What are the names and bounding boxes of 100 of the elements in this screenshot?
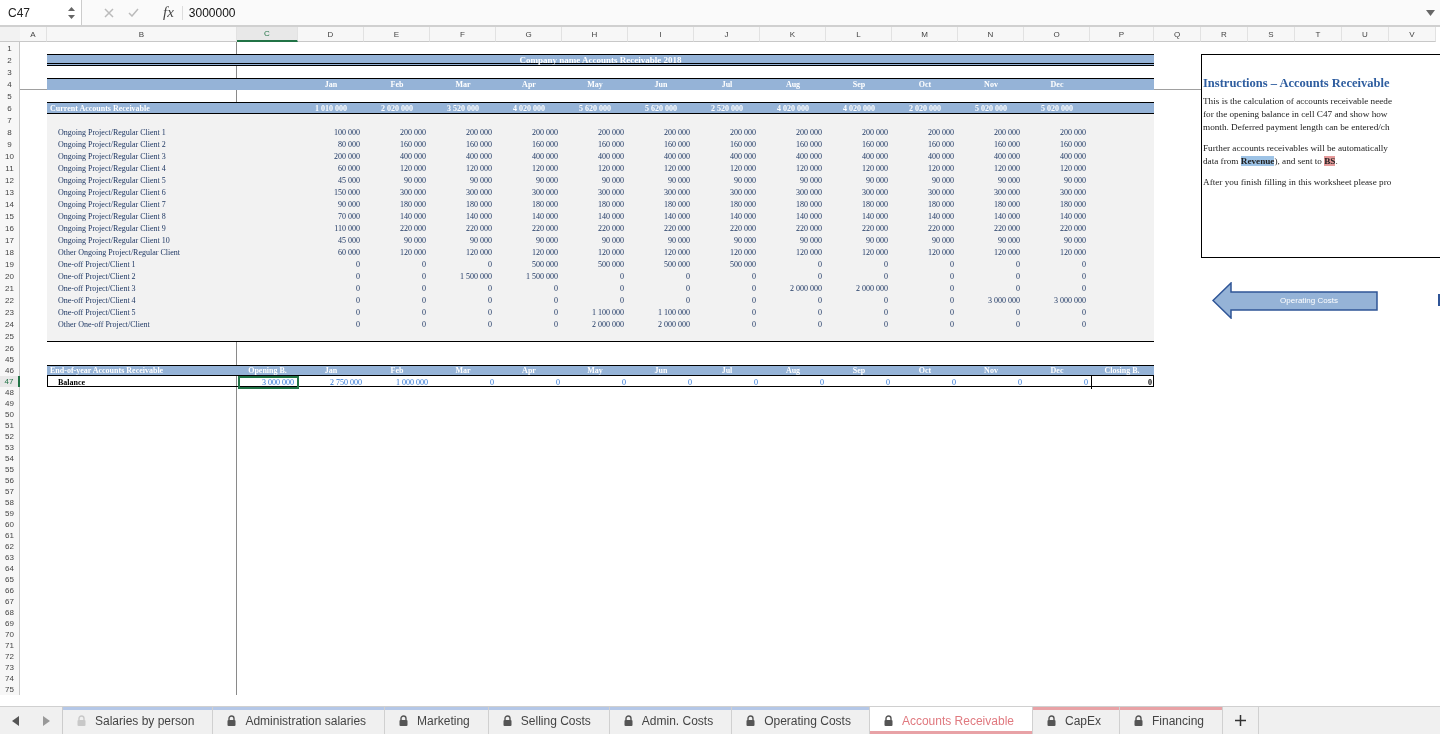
row-number[interactable]: 6 — [0, 102, 20, 114]
sheet-tab[interactable]: Admin. Costs — [609, 707, 733, 734]
row-number[interactable]: 56 — [0, 475, 20, 486]
column-header[interactable]: B — [47, 27, 237, 42]
row-number[interactable]: 58 — [0, 497, 20, 508]
row-number[interactable]: 61 — [0, 530, 20, 541]
column-header[interactable]: L — [826, 27, 892, 42]
row-number[interactable]: 53 — [0, 442, 20, 453]
row-number[interactable]: 18 — [0, 246, 20, 258]
column-header[interactable]: A — [20, 27, 47, 42]
row-number[interactable]: 22 — [0, 294, 20, 306]
table-cell[interactable]: 2 750 000 — [299, 376, 365, 389]
row-number[interactable]: 26 — [0, 342, 20, 354]
column-header[interactable]: D — [298, 27, 364, 42]
row-number[interactable]: 66 — [0, 585, 20, 596]
row-number[interactable]: 7 — [0, 114, 20, 126]
row-number[interactable]: 46 — [0, 365, 20, 376]
row-number[interactable]: 2 — [0, 54, 20, 66]
sheet-tab[interactable]: Administration salaries — [213, 707, 386, 734]
table-cell[interactable]: 0 — [893, 376, 959, 389]
row-number[interactable]: 20 — [0, 270, 20, 282]
row-number[interactable]: 49 — [0, 398, 20, 409]
left-arrow-icon[interactable] — [12, 715, 19, 726]
row-number[interactable]: 25 — [0, 330, 20, 342]
row-number[interactable]: 14 — [0, 198, 20, 210]
select-all-corner[interactable] — [0, 27, 20, 42]
column-header[interactable]: M — [892, 27, 958, 42]
row-number[interactable]: 5 — [0, 90, 20, 102]
row-number[interactable]: 16 — [0, 222, 20, 234]
sheet-tab[interactable]: Financing — [1120, 707, 1224, 734]
table-cell[interactable]: 0 — [1025, 376, 1091, 389]
row-number[interactable]: 68 — [0, 607, 20, 618]
sheet-tab[interactable]: Marketing — [385, 707, 489, 734]
table-cell[interactable]: 0 — [497, 376, 563, 389]
row-number[interactable]: 72 — [0, 651, 20, 662]
row-number[interactable]: 52 — [0, 431, 20, 442]
row-number[interactable]: 74 — [0, 673, 20, 684]
sheet-tab[interactable]: CapEx — [1032, 707, 1120, 734]
stepper-icon[interactable] — [68, 5, 75, 20]
row-number[interactable]: 13 — [0, 186, 20, 198]
row-number[interactable]: 64 — [0, 563, 20, 574]
column-header[interactable]: O — [1024, 27, 1090, 42]
row-number[interactable]: 54 — [0, 453, 20, 464]
row-number[interactable]: 51 — [0, 420, 20, 431]
row-number[interactable]: 21 — [0, 282, 20, 294]
row-number[interactable]: 9 — [0, 138, 20, 150]
row-number[interactable]: 71 — [0, 640, 20, 651]
column-header[interactable]: R — [1201, 27, 1248, 42]
row-number[interactable]: 1 — [0, 42, 20, 54]
row-number[interactable]: 11 — [0, 162, 20, 174]
cancel-icon[interactable] — [104, 7, 114, 18]
column-header[interactable]: K — [760, 27, 826, 42]
row-number[interactable]: 4 — [0, 78, 20, 90]
column-header[interactable]: U — [1342, 27, 1389, 42]
row-number[interactable]: 67 — [0, 596, 20, 607]
row-number[interactable]: 50 — [0, 409, 20, 420]
column-header[interactable]: G — [496, 27, 562, 42]
column-header[interactable]: F — [430, 27, 496, 42]
table-cell[interactable]: 0 — [563, 376, 629, 389]
sheet-tab[interactable]: Selling Costs — [488, 707, 610, 734]
table-cell[interactable]: 1 000 000 — [365, 376, 431, 389]
row-number[interactable]: 63 — [0, 552, 20, 563]
column-header[interactable]: Q — [1154, 27, 1201, 42]
formula-field[interactable]: 3000000 — [181, 5, 1426, 20]
check-icon[interactable] — [128, 8, 139, 17]
table-cell[interactable]: 0 — [827, 376, 893, 389]
row-number[interactable]: 45 — [0, 354, 20, 365]
name-box[interactable]: C47 — [0, 0, 82, 25]
column-header[interactable]: H — [562, 27, 628, 42]
row-number[interactable]: 10 — [0, 150, 20, 162]
sheet-tab[interactable]: Salaries by person — [63, 707, 214, 734]
row-number[interactable]: 12 — [0, 174, 20, 186]
column-header[interactable]: T — [1295, 27, 1342, 42]
row-number[interactable]: 73 — [0, 662, 20, 673]
row-number[interactable]: 15 — [0, 210, 20, 222]
column-header[interactable]: V — [1389, 27, 1436, 42]
row-number[interactable]: 69 — [0, 618, 20, 629]
column-header[interactable]: J — [694, 27, 760, 42]
row-number[interactable]: 23 — [0, 306, 20, 318]
row-number[interactable]: 57 — [0, 486, 20, 497]
column-header[interactable]: C — [237, 27, 298, 42]
caret-icon[interactable] — [1426, 9, 1435, 16]
column-header[interactable]: N — [958, 27, 1024, 42]
sheet-link[interactable]: Revenue — [1240, 156, 1275, 166]
row-number[interactable]: 55 — [0, 464, 20, 475]
table-cell[interactable]: 0 — [431, 376, 497, 389]
column-header[interactable]: P — [1090, 27, 1154, 42]
column-header[interactable]: I — [628, 27, 694, 42]
row-number[interactable]: 17 — [0, 234, 20, 246]
column-header[interactable]: E — [364, 27, 430, 42]
function-icon[interactable]: fx — [163, 4, 174, 21]
row-number[interactable]: 48 — [0, 387, 20, 398]
row-number[interactable]: 60 — [0, 519, 20, 530]
table-cell[interactable]: 0 — [695, 376, 761, 389]
row-number[interactable]: 70 — [0, 629, 20, 640]
column-header[interactable]: S — [1248, 27, 1295, 42]
row-number[interactable]: 75 — [0, 684, 20, 695]
row-number[interactable]: 3 — [0, 66, 20, 78]
table-cell[interactable]: 3 000 000 — [238, 376, 299, 389]
row-number[interactable]: 8 — [0, 126, 20, 138]
